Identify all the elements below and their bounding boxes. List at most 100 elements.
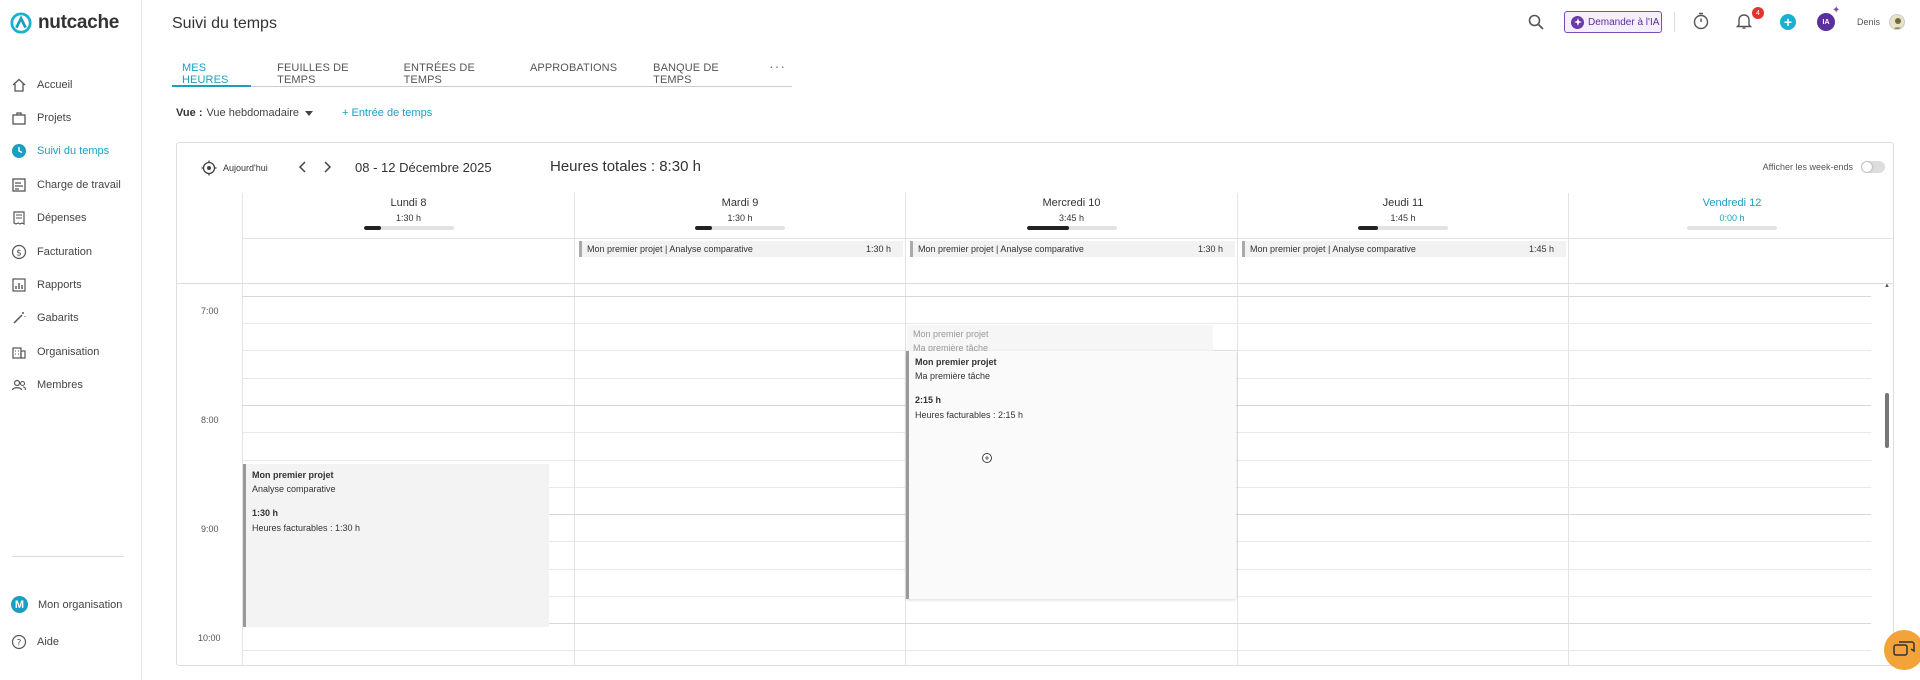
wand-icon [11, 310, 27, 326]
sidebar-item-charge-de-travail[interactable]: Charge de travail [0, 168, 141, 201]
day-header-mardi[interactable]: Mardi 9 1:30 h [574, 193, 905, 238]
scroll-thumb[interactable] [1885, 393, 1889, 448]
toolbar-separator [1674, 12, 1675, 32]
nutcache-logo-icon [10, 12, 32, 34]
chevron-right-icon[interactable] [321, 160, 333, 174]
sidebar-item-label: Facturation [37, 245, 93, 258]
allday-cell-jeudi[interactable]: Mon premier projet | Analyse comparative… [1237, 238, 1568, 283]
allday-entry[interactable]: Mon premier projet | Analyse comparative… [1242, 241, 1566, 257]
sidebar-item-rapports[interactable]: Rapports [0, 268, 141, 301]
nutcache-logo[interactable]: nutcache [10, 12, 119, 34]
sidebar-item-organisation[interactable]: Organisation [0, 335, 141, 368]
date-range: 08 - 12 Décembre 2025 [355, 160, 492, 175]
sidebar-item-gabarits[interactable]: Gabarits [0, 302, 141, 335]
sidebar-nav: Accueil Projets Suivi du temps Charge de… [0, 68, 141, 402]
organisation-badge: M [11, 596, 28, 613]
time-label: 7:00 [201, 306, 219, 316]
sparkle-icon: ✦ [1832, 5, 1841, 16]
allday-cell-mardi[interactable]: Mon premier projet | Analyse comparative… [574, 238, 905, 283]
time-label: 10:00 [198, 633, 221, 643]
chat-icon [1893, 641, 1915, 656]
view-selector: Vue : Vue hebdomadaire [176, 107, 314, 119]
view-dropdown[interactable]: Vue hebdomadaire [207, 107, 314, 119]
ghost-task: Ma première tâche [913, 343, 989, 351]
sidebar-item-label: Rapports [37, 279, 82, 292]
scroll-up-icon[interactable]: ▲ [1884, 283, 1890, 289]
svg-text:?: ? [17, 638, 22, 648]
building-icon [11, 344, 27, 360]
view-dropdown-value: Vue hebdomadaire [206, 107, 300, 119]
grab-cursor-icon [982, 453, 992, 463]
day-header-lundi[interactable]: Lundi 8 1:30 h [242, 193, 574, 238]
time-entry-event[interactable]: Mon premier projet Ma première tâche 2:1… [906, 351, 1236, 599]
sidebar-item-projets[interactable]: Projets [0, 101, 141, 134]
show-weekends-toggle[interactable] [1861, 161, 1885, 173]
avatar[interactable] [1889, 14, 1905, 30]
add-icon[interactable]: + [1780, 14, 1796, 30]
allday-entry[interactable]: Mon premier projet | Analyse comparative… [579, 241, 903, 257]
sidebar: nutcache Accueil Projets Suivi du temps … [0, 0, 142, 680]
sidebar-item-label: Aide [37, 635, 60, 648]
allday-entry-hours: 1:45 h [1528, 244, 1554, 254]
tab-feuilles-de-temps[interactable]: FEUILLES DE TEMPS [267, 56, 377, 87]
sidebar-item-mon-organisation[interactable]: M Mon organisation [0, 586, 141, 623]
day-header-vendredi[interactable]: Vendredi 12 0:00 h [1568, 193, 1893, 238]
sidebar-item-label: Suivi du temps [37, 145, 110, 158]
chat-support-button[interactable] [1884, 630, 1920, 670]
sidebar-item-label: Mon organisation [38, 598, 123, 611]
tab-banque-de-temps[interactable]: BANQUE DE TEMPS [643, 56, 749, 87]
time-entry-event[interactable]: Mon premier projet Analyse comparative 1… [243, 464, 549, 627]
day-progress-fill [1358, 226, 1378, 230]
sidebar-item-membres[interactable]: Membres [0, 369, 141, 402]
tab-approbations[interactable]: APPROBATIONS [520, 56, 627, 87]
more-tabs-icon[interactable]: ··· [765, 56, 792, 86]
sidebar-item-facturation[interactable]: $ Facturation [0, 235, 141, 268]
sidebar-item-aide[interactable]: ? Aide [0, 623, 141, 660]
sidebar-item-label: Charge de travail [37, 178, 121, 191]
ask-ai-button[interactable]: Demander à l'IA [1564, 11, 1662, 33]
sidebar-item-label: Membres [37, 379, 83, 392]
tab-entrees-de-temps[interactable]: ENTRÉES DE TEMPS [394, 56, 504, 87]
total-hours: Heures totales : 8:30 h [550, 158, 701, 175]
search-icon[interactable] [1527, 13, 1545, 31]
allday-cell-mercredi[interactable]: Mon premier projet | Analyse comparative… [905, 238, 1237, 283]
allday-cell-vendredi[interactable] [1568, 238, 1893, 283]
today-label: Aujourd'hui [223, 163, 268, 173]
tab-mes-heures[interactable]: MES HEURES [172, 56, 252, 87]
stopwatch-icon[interactable] [1692, 12, 1710, 30]
logo-text: nutcache [38, 12, 120, 33]
day-hours: 3:45 h [1058, 213, 1085, 223]
event-task: Analyse comparative [252, 484, 336, 494]
day-name: Vendredi 12 [1702, 197, 1762, 209]
day-progress-bar [695, 226, 785, 230]
allday-entry-title: Mon premier projet | Analyse comparative [587, 244, 753, 254]
column-divider [574, 284, 575, 665]
allday-cell-lundi[interactable] [242, 238, 574, 283]
weekly-calendar: Aujourd'hui 08 - 12 Décembre 2025 Heures… [176, 142, 1894, 666]
crosshair-icon [201, 160, 217, 176]
add-time-entry-link[interactable]: + Entrée de temps [342, 107, 432, 119]
sidebar-item-label: Projets [37, 112, 72, 125]
chart-icon [11, 277, 27, 293]
bell-icon[interactable] [1735, 12, 1753, 30]
home-icon [11, 77, 27, 93]
time-tracking-tabs: MES HEURES FEUILLES DE TEMPS ENTRÉES DE … [172, 56, 792, 87]
event-duration: 1:30 h [252, 508, 279, 518]
day-header-mercredi[interactable]: Mercredi 10 3:45 h [905, 193, 1237, 238]
day-header-jeudi[interactable]: Jeudi 11 1:45 h [1237, 193, 1568, 238]
calendar-scrollbar[interactable]: ▲ [1883, 283, 1891, 665]
column-divider [1568, 284, 1569, 665]
show-weekends-control: Afficher les week-ends [1763, 161, 1885, 173]
briefcase-icon [11, 110, 27, 126]
sidebar-item-depenses[interactable]: Dépenses [0, 202, 141, 235]
sidebar-item-accueil[interactable]: Accueil [0, 68, 141, 101]
today-button[interactable]: Aujourd'hui [201, 160, 268, 176]
page-title: Suivi du temps [172, 15, 277, 32]
sidebar-item-suivi-du-temps[interactable]: Suivi du temps [0, 135, 141, 168]
user-name[interactable]: Denis [1857, 17, 1880, 27]
allday-entry[interactable]: Mon premier projet | Analyse comparative… [910, 241, 1235, 257]
time-label: 8:00 [201, 415, 219, 425]
day-name: Lundi 8 [390, 197, 427, 209]
time-grid[interactable]: 7:00 8:00 9:00 10:00 Mon premier projet … [177, 283, 1893, 665]
chevron-left-icon[interactable] [297, 160, 309, 174]
